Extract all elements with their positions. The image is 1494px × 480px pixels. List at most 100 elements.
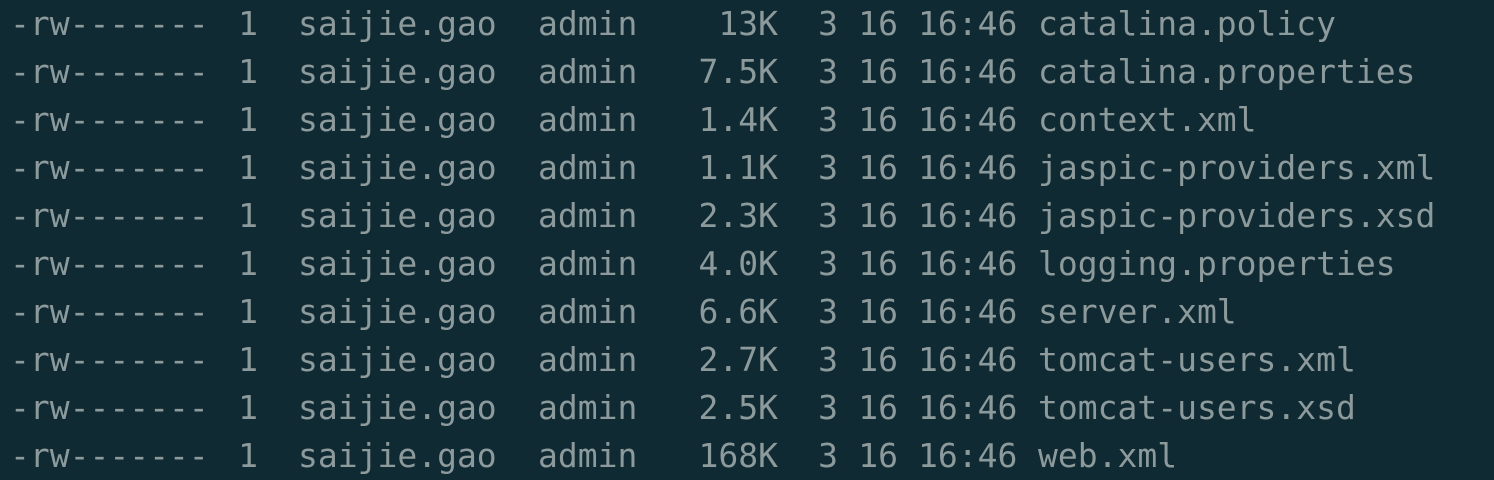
file-size: 13K bbox=[718, 4, 778, 43]
owner: saijie.gao bbox=[298, 148, 497, 187]
month: 3 bbox=[818, 100, 838, 139]
time: 16:46 bbox=[918, 148, 1018, 187]
file-size: 1.4K bbox=[698, 100, 778, 139]
day: 16 bbox=[858, 4, 898, 43]
time: 16:46 bbox=[918, 244, 1018, 283]
file-size: 2.3K bbox=[698, 196, 778, 235]
day: 16 bbox=[858, 196, 898, 235]
file-size: 168K bbox=[698, 436, 778, 475]
day: 16 bbox=[858, 388, 898, 427]
link-count: 1 bbox=[238, 292, 258, 331]
group: admin bbox=[538, 244, 638, 283]
group: admin bbox=[538, 388, 638, 427]
owner: saijie.gao bbox=[298, 100, 497, 139]
file-size: 6.6K bbox=[698, 292, 778, 331]
list-item: -rw------- 1 saijie.gao admin 2.7K 3 16 … bbox=[10, 336, 1494, 384]
file-name[interactable]: catalina.policy bbox=[1038, 0, 1336, 48]
permissions: -rw------- bbox=[10, 292, 209, 331]
owner: saijie.gao bbox=[298, 436, 497, 475]
link-count: 1 bbox=[238, 4, 258, 43]
day: 16 bbox=[858, 100, 898, 139]
owner: saijie.gao bbox=[298, 52, 497, 91]
time: 16:46 bbox=[918, 4, 1018, 43]
group: admin bbox=[538, 148, 638, 187]
permissions: -rw------- bbox=[10, 196, 209, 235]
permissions: -rw------- bbox=[10, 244, 209, 283]
link-count: 1 bbox=[238, 340, 258, 379]
day: 16 bbox=[858, 52, 898, 91]
file-name[interactable]: catalina.properties bbox=[1038, 48, 1416, 96]
month: 3 bbox=[818, 196, 838, 235]
month: 3 bbox=[818, 4, 838, 43]
owner: saijie.gao bbox=[298, 340, 497, 379]
link-count: 1 bbox=[238, 436, 258, 475]
day: 16 bbox=[858, 436, 898, 475]
file-size: 7.5K bbox=[698, 52, 778, 91]
group: admin bbox=[538, 100, 638, 139]
link-count: 1 bbox=[238, 148, 258, 187]
time: 16:46 bbox=[918, 340, 1018, 379]
list-item: -rw------- 1 saijie.gao admin 4.0K 3 16 … bbox=[10, 240, 1494, 288]
permissions: -rw------- bbox=[10, 436, 209, 475]
day: 16 bbox=[858, 292, 898, 331]
file-size: 2.5K bbox=[698, 388, 778, 427]
list-item: -rw------- 1 saijie.gao admin 168K 3 16 … bbox=[10, 432, 1494, 480]
file-name[interactable]: jaspic-providers.xsd bbox=[1038, 192, 1435, 240]
file-size: 4.0K bbox=[698, 244, 778, 283]
link-count: 1 bbox=[238, 100, 258, 139]
list-item: -rw------- 1 saijie.gao admin 1.1K 3 16 … bbox=[10, 144, 1494, 192]
list-item: -rw------- 1 saijie.gao admin 2.3K 3 16 … bbox=[10, 192, 1494, 240]
list-item: -rw------- 1 saijie.gao admin 13K 3 16 1… bbox=[10, 0, 1494, 48]
list-item: -rw------- 1 saijie.gao admin 6.6K 3 16 … bbox=[10, 288, 1494, 336]
owner: saijie.gao bbox=[298, 196, 497, 235]
file-size: 2.7K bbox=[698, 340, 778, 379]
day: 16 bbox=[858, 148, 898, 187]
time: 16:46 bbox=[918, 388, 1018, 427]
group: admin bbox=[538, 196, 638, 235]
link-count: 1 bbox=[238, 52, 258, 91]
time: 16:46 bbox=[918, 292, 1018, 331]
permissions: -rw------- bbox=[10, 100, 209, 139]
month: 3 bbox=[818, 148, 838, 187]
terminal-window[interactable]: -rw------- 1 saijie.gao admin 13K 3 16 1… bbox=[0, 0, 1494, 480]
permissions: -rw------- bbox=[10, 340, 209, 379]
group: admin bbox=[538, 292, 638, 331]
group: admin bbox=[538, 436, 638, 475]
owner: saijie.gao bbox=[298, 292, 497, 331]
list-item: -rw------- 1 saijie.gao admin 7.5K 3 16 … bbox=[10, 48, 1494, 96]
permissions: -rw------- bbox=[10, 148, 209, 187]
month: 3 bbox=[818, 436, 838, 475]
time: 16:46 bbox=[918, 196, 1018, 235]
day: 16 bbox=[858, 244, 898, 283]
time: 16:46 bbox=[918, 52, 1018, 91]
file-name[interactable]: tomcat-users.xml bbox=[1038, 336, 1356, 384]
group: admin bbox=[538, 4, 638, 43]
month: 3 bbox=[818, 340, 838, 379]
permissions: -rw------- bbox=[10, 388, 209, 427]
file-name[interactable]: web.xml bbox=[1038, 432, 1177, 480]
time: 16:46 bbox=[918, 436, 1018, 475]
month: 3 bbox=[818, 52, 838, 91]
link-count: 1 bbox=[238, 388, 258, 427]
month: 3 bbox=[818, 292, 838, 331]
group: admin bbox=[538, 52, 638, 91]
group: admin bbox=[538, 340, 638, 379]
month: 3 bbox=[818, 388, 838, 427]
list-item: -rw------- 1 saijie.gao admin 1.4K 3 16 … bbox=[10, 96, 1494, 144]
file-name[interactable]: context.xml bbox=[1038, 96, 1257, 144]
day: 16 bbox=[858, 340, 898, 379]
link-count: 1 bbox=[238, 196, 258, 235]
permissions: -rw------- bbox=[10, 4, 209, 43]
directory-listing: -rw------- 1 saijie.gao admin 13K 3 16 1… bbox=[10, 0, 1494, 480]
owner: saijie.gao bbox=[298, 4, 497, 43]
time: 16:46 bbox=[918, 100, 1018, 139]
link-count: 1 bbox=[238, 244, 258, 283]
file-name[interactable]: tomcat-users.xsd bbox=[1038, 384, 1356, 432]
file-name[interactable]: logging.properties bbox=[1038, 240, 1396, 288]
file-name[interactable]: server.xml bbox=[1038, 288, 1237, 336]
list-item: -rw------- 1 saijie.gao admin 2.5K 3 16 … bbox=[10, 384, 1494, 432]
file-name[interactable]: jaspic-providers.xml bbox=[1038, 144, 1435, 192]
file-size: 1.1K bbox=[698, 148, 778, 187]
permissions: -rw------- bbox=[10, 52, 209, 91]
owner: saijie.gao bbox=[298, 244, 497, 283]
